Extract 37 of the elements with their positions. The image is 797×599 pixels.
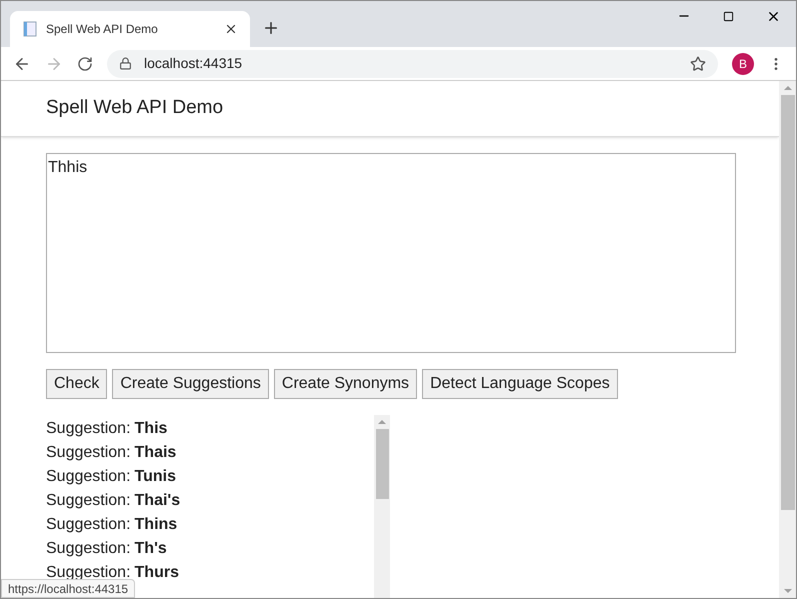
status-url: https://localhost:44315 <box>1 579 136 598</box>
suggestion-word: Thins <box>134 516 178 532</box>
text-area[interactable]: Thhis <box>46 153 736 353</box>
suggestion-label: Suggestion: <box>46 420 131 436</box>
tab-title: Spell Web API Demo <box>46 21 159 38</box>
suggestion-label: Suggestion: <box>46 540 131 556</box>
maximize-icon[interactable] <box>723 10 734 22</box>
suggestion-word: Th's <box>134 540 167 556</box>
action-button[interactable]: Detect Language Scopes <box>422 369 618 399</box>
document-icon <box>22 21 38 37</box>
suggestion-word: Thurs <box>134 564 179 580</box>
suggestion-word: Tunis <box>134 468 176 484</box>
reload-icon[interactable] <box>77 56 93 72</box>
suggestion-word: This <box>134 420 168 436</box>
lock-icon <box>119 57 132 70</box>
list-scrollbar[interactable] <box>374 415 390 598</box>
suggestion-label: Suggestion: <box>46 516 131 532</box>
suggestion-label: Suggestion: <box>46 468 131 484</box>
action-button[interactable]: Create Suggestions <box>112 369 269 399</box>
action-button[interactable]: Create Synonyms <box>274 369 418 399</box>
scrollbar-thumb[interactable] <box>376 429 388 499</box>
action-button[interactable]: Check <box>46 369 108 399</box>
suggestion-label: Suggestion: <box>46 492 131 508</box>
close-tab-icon[interactable] <box>224 22 238 36</box>
new-tab-icon[interactable] <box>262 19 280 37</box>
suggestion-word: Thais <box>134 444 176 460</box>
address-bar[interactable]: localhost:44315 <box>107 50 718 78</box>
page-scrollbar[interactable] <box>779 81 796 598</box>
suggestion-word: Thai's <box>134 492 180 508</box>
scrollbar-thumb[interactable] <box>780 95 794 510</box>
url-text: localhost:44315 <box>144 54 244 73</box>
browser-tab[interactable]: Spell Web API Demo <box>10 11 250 47</box>
profile-avatar[interactable]: B <box>732 52 754 74</box>
bookmark-star-icon[interactable] <box>690 56 706 72</box>
page-heading: Spell Web API Demo <box>46 96 224 120</box>
suggestion-label: Suggestion: <box>46 444 131 460</box>
suggestion-label: Suggestion: <box>46 564 131 580</box>
